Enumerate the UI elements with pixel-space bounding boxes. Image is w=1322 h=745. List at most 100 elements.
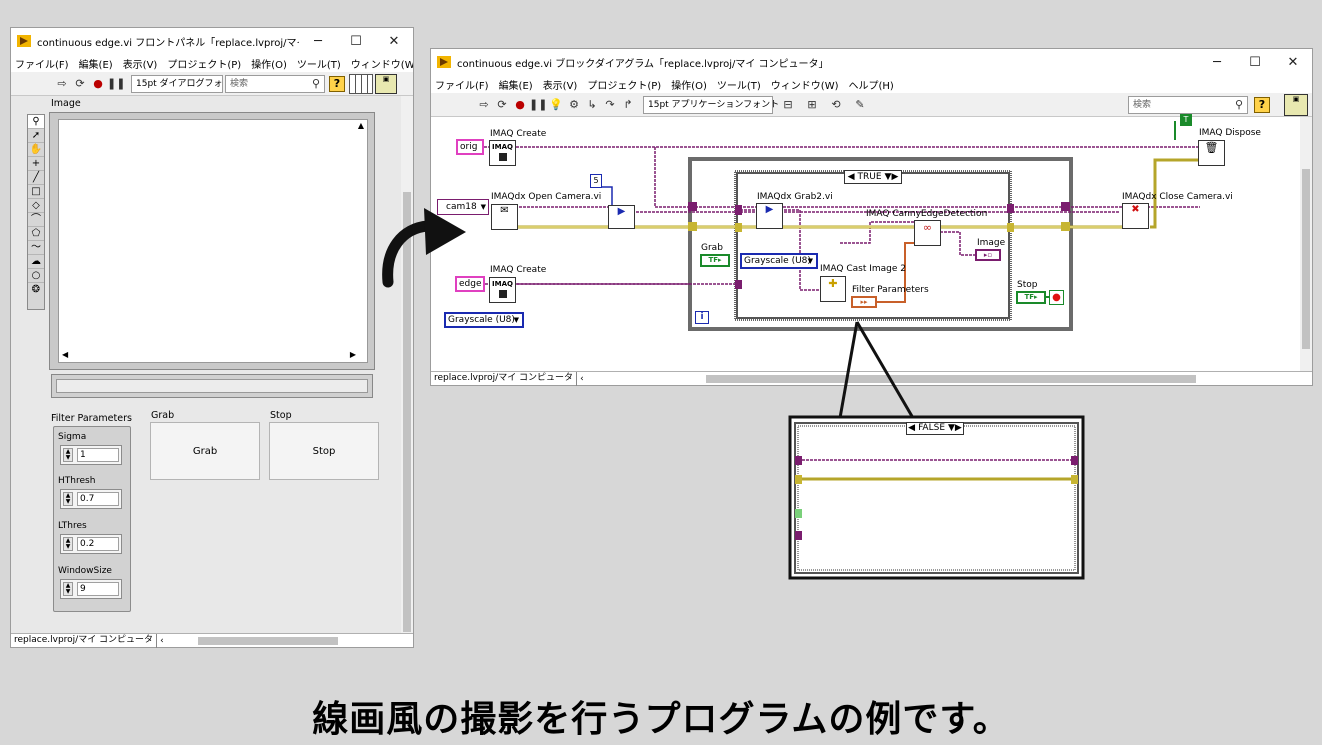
menu-operate[interactable]: 操作(O) (251, 56, 287, 71)
menu-window[interactable]: ウィンドウ(W) (351, 56, 413, 71)
close-button[interactable]: ✕ (1274, 55, 1312, 70)
front-panel-hscroll-thumb[interactable] (197, 636, 338, 645)
font-select[interactable]: 15pt アプリケーションフォント (643, 95, 779, 114)
sigma-spinner[interactable]: ▲ ▼ (63, 448, 73, 462)
freehand-tool-icon[interactable]: 〜 (28, 241, 44, 255)
annulus-tool-icon[interactable]: ⌒ (28, 213, 44, 227)
block-diagram-vscrollbar[interactable] (1300, 117, 1312, 373)
grab2-node[interactable]: ▶ (756, 203, 783, 229)
run-continuously-icon[interactable]: ⟳ (71, 77, 89, 90)
align-objects-icon[interactable]: ⊟ (779, 98, 797, 111)
scroll-up-icon[interactable]: ▲ (358, 121, 364, 130)
windowsize-value[interactable]: 9 (77, 582, 119, 596)
image-terminal[interactable]: ▸▫ (975, 249, 1001, 261)
menu-file[interactable]: ファイル(F) (435, 77, 489, 92)
close-button[interactable]: ✕ (375, 34, 413, 49)
canny-node[interactable]: ∞ (914, 220, 941, 246)
abort-icon[interactable]: ● (89, 77, 107, 90)
maximize-button[interactable]: ☐ (1236, 55, 1274, 70)
windowsize-spinner[interactable]: ▲ ▼ (63, 582, 73, 596)
cast-node[interactable]: ✚ (820, 276, 846, 302)
search-input[interactable]: 検索 ⚲ (1128, 95, 1248, 114)
lthres-value[interactable]: 0.2 (77, 537, 119, 551)
loop-condition-icon[interactable]: ● (1049, 290, 1064, 305)
close-camera-node[interactable]: ✖ (1122, 203, 1149, 229)
font-select[interactable]: 15pt ダイアログフォント (131, 74, 223, 93)
maximize-button[interactable]: ☐ (337, 34, 375, 49)
filter-params-terminal[interactable]: ▸▸ (851, 296, 877, 308)
reorder-icon[interactable]: ⟲ (827, 98, 845, 111)
menu-operate[interactable]: 操作(O) (671, 77, 707, 92)
menu-edit[interactable]: 編集(E) (499, 77, 533, 92)
block-diagram-hscroll-thumb[interactable] (705, 374, 1196, 383)
front-panel-vscrollbar[interactable] (401, 96, 413, 633)
case-selector-true[interactable]: ◀ TRUE ▼▶ (844, 170, 902, 184)
hscroll-left-icon[interactable]: ‹ (160, 636, 164, 646)
string-const-orig[interactable]: orig (456, 139, 484, 155)
menu-window[interactable]: ウィンドウ(W) (771, 77, 839, 92)
run-icon[interactable]: ⇨ (53, 77, 71, 90)
run-continuously-icon[interactable]: ⟳ (493, 98, 511, 111)
pause-icon[interactable]: ❚❚ (107, 77, 125, 90)
minimize-button[interactable]: ─ (1198, 55, 1236, 70)
polygon-tool-icon[interactable]: ⬠ (28, 227, 44, 241)
hthresh-numeric[interactable]: ▲ ▼ 0.7 (60, 489, 122, 509)
step-over-icon[interactable]: ↷ (601, 98, 619, 111)
abort-icon[interactable]: ● (511, 98, 529, 111)
imaq-create-node-2[interactable]: IMAQ (489, 277, 516, 303)
zoom-tool-icon[interactable]: ⚲ (28, 115, 44, 129)
pause-icon[interactable]: ❚❚ (529, 98, 547, 111)
scroll-right-icon[interactable]: ▶ (350, 350, 356, 359)
stop-bool-terminal[interactable]: TF▸ (1016, 291, 1046, 304)
case-selector-false[interactable]: ◀ FALSE ▼▶ (906, 422, 964, 435)
highlight-execution-icon[interactable]: 💡 (547, 98, 565, 111)
sigma-numeric[interactable]: ▲ ▼ 1 (60, 445, 122, 465)
spiral-tool-icon[interactable]: ❂ (28, 283, 44, 297)
windowsize-numeric[interactable]: ▲ ▼ 9 (60, 579, 122, 599)
pointer-tool-icon[interactable]: ➚ (28, 129, 44, 143)
configure-node[interactable]: ▶ (608, 205, 635, 229)
cleanup-diagram-icon[interactable]: ✎ (851, 98, 869, 111)
pan-tool-icon[interactable]: ✋ (28, 143, 44, 157)
freehand-region-tool-icon[interactable]: ☁ (28, 255, 44, 269)
grab-bool-terminal[interactable]: TF▸ (700, 254, 730, 267)
menu-tools[interactable]: ツール(T) (297, 56, 341, 71)
help-icon[interactable]: ? (1254, 96, 1270, 113)
menu-project[interactable]: プロジェクト(P) (167, 56, 241, 71)
camera-name-const[interactable]: cam18 ▼ (437, 199, 489, 215)
minimize-button[interactable]: ─ (299, 34, 337, 49)
hthresh-value[interactable]: 0.7 (77, 492, 119, 506)
true-const[interactable]: T (1180, 114, 1192, 126)
rotated-rect-tool-icon[interactable]: ◇ (28, 199, 44, 213)
hscroll-left-icon[interactable]: ‹ (580, 374, 584, 384)
dispose-node[interactable]: 🗑 (1198, 140, 1225, 166)
hthresh-spinner[interactable]: ▲ ▼ (63, 492, 73, 506)
open-camera-node[interactable]: ✉ (491, 204, 518, 230)
line-tool-icon[interactable]: ╱ (28, 171, 44, 185)
lthres-numeric[interactable]: ▲ ▼ 0.2 (60, 534, 122, 554)
sigma-value[interactable]: 1 (77, 448, 119, 462)
menu-project[interactable]: プロジェクト(P) (587, 77, 661, 92)
scroll-left-icon[interactable]: ◀ (62, 350, 68, 359)
image-canvas[interactable] (58, 119, 368, 363)
lthres-spinner[interactable]: ▲ ▼ (63, 537, 73, 551)
string-const-edge[interactable]: edge (455, 276, 485, 292)
menu-help[interactable]: ヘルプ(H) (849, 77, 894, 92)
menu-edit[interactable]: 編集(E) (79, 56, 113, 71)
grayscale-enum-2[interactable]: Grayscale (U8) ▼ (740, 253, 818, 269)
stop-button[interactable]: Stop (269, 422, 379, 480)
rectangle-tool-icon[interactable]: □ (28, 185, 44, 199)
search-input[interactable]: 検索 ⚲ (225, 74, 325, 93)
grab-button[interactable]: Grab (150, 422, 260, 480)
menu-tools[interactable]: ツール(T) (717, 77, 761, 92)
distribute-objects-icon[interactable]: ⊞ (803, 98, 821, 111)
numeric-const-5[interactable]: 5 (590, 174, 602, 188)
help-icon[interactable]: ? (329, 75, 345, 92)
retain-wire-values-icon[interactable]: ⚙ (565, 98, 583, 111)
menu-view[interactable]: 表示(V) (543, 77, 578, 92)
point-tool-icon[interactable]: + (28, 157, 44, 171)
imaq-create-node-1[interactable]: IMAQ (489, 140, 516, 166)
grayscale-enum-1[interactable]: Grayscale (U8) ▼ (444, 312, 524, 328)
menu-file[interactable]: ファイル(F) (15, 56, 69, 71)
oval-tool-icon[interactable]: ○ (28, 269, 44, 283)
